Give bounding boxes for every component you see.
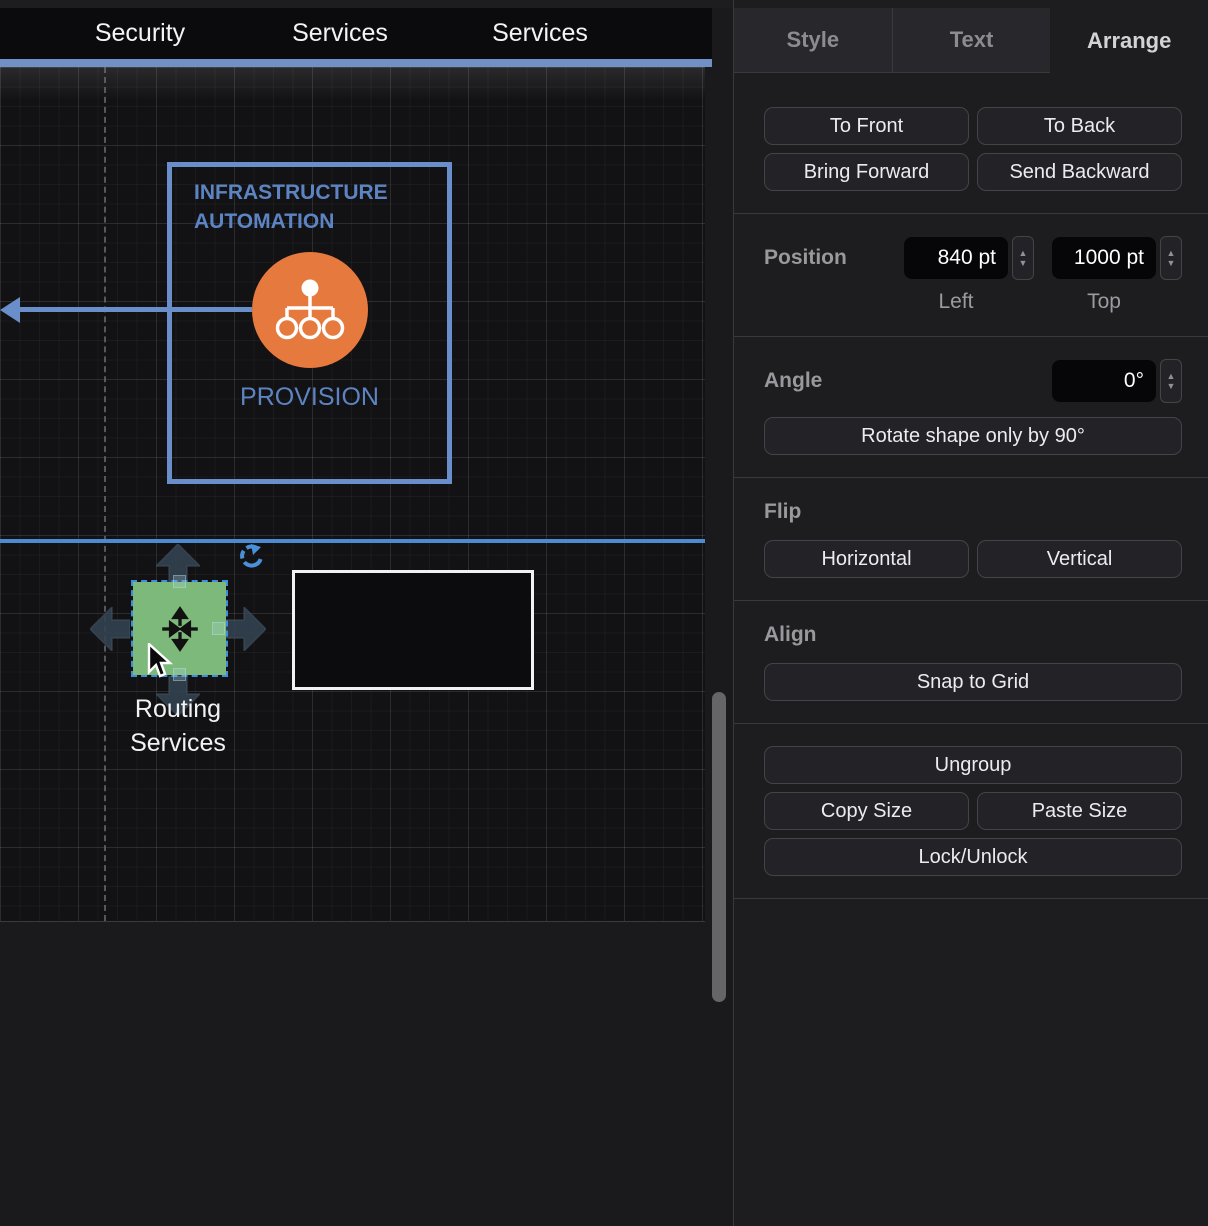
tab-accent-bar	[0, 59, 712, 67]
page-tab-services-1[interactable]: Services	[260, 19, 420, 48]
angle-label: Angle	[764, 369, 822, 393]
position-top-input[interactable]	[1052, 237, 1156, 279]
position-top-caption: Top	[1052, 290, 1156, 314]
tab-style[interactable]: Style	[734, 8, 892, 73]
routing-services-label: Routing Services	[98, 692, 258, 760]
resize-handle-right[interactable]	[212, 622, 225, 635]
format-panel: Style Text Arrange To Front To Back Brin…	[733, 0, 1208, 1226]
infrastructure-automation-box[interactable]: INFRASTRUCTURE AUTOMATION PROVISION	[167, 162, 452, 484]
top-strip	[0, 0, 733, 8]
section-group-ops: Ungroup Copy Size Paste Size Lock/Unlock	[734, 724, 1208, 899]
section-position: Position ▲▼ ▲▼ Left Top	[734, 214, 1208, 337]
section-order: To Front To Back Bring Forward Send Back…	[734, 73, 1208, 214]
provision-label: PROVISION	[172, 383, 447, 412]
provision-shape[interactable]	[252, 252, 368, 368]
ungroup-button[interactable]: Ungroup	[764, 746, 1182, 784]
lock-unlock-button[interactable]: Lock/Unlock	[764, 838, 1182, 876]
flip-horizontal-button[interactable]: Horizontal	[764, 540, 969, 578]
vertical-scrollbar-thumb[interactable]	[712, 692, 726, 1002]
align-label: Align	[764, 623, 1182, 647]
bring-forward-button[interactable]: Bring Forward	[764, 153, 969, 191]
to-back-button[interactable]: To Back	[977, 107, 1182, 145]
position-top-stepper[interactable]: ▲▼	[1160, 236, 1182, 280]
page-tab-services-2[interactable]: Services	[460, 19, 620, 48]
panel-empty-space	[734, 899, 1208, 1226]
canvas-area: Security Services Services INFRASTRUCTUR…	[0, 0, 733, 1226]
rotate-handle-icon[interactable]	[238, 544, 264, 570]
empty-rectangle-shape[interactable]	[292, 570, 534, 690]
direction-arrow-left[interactable]	[90, 607, 130, 651]
resize-handle-top[interactable]	[173, 575, 186, 588]
tab-arrange[interactable]: Arrange	[1050, 8, 1208, 73]
diagram-canvas[interactable]: INFRASTRUCTURE AUTOMATION PROVISION	[0, 67, 705, 922]
section-angle: Angle ▲▼ Rotate shape only by 90°	[734, 337, 1208, 478]
format-panel-tabs: Style Text Arrange	[734, 8, 1208, 73]
page-tab-security[interactable]: Security	[60, 19, 220, 48]
horizontal-line-shape[interactable]	[0, 539, 705, 543]
dashed-guide-line	[104, 67, 106, 921]
angle-input[interactable]	[1052, 360, 1156, 402]
infrastructure-box-title: INFRASTRUCTURE AUTOMATION	[194, 179, 424, 237]
position-label: Position	[764, 246, 847, 270]
copy-size-button[interactable]: Copy Size	[764, 792, 969, 830]
position-left-caption: Left	[904, 290, 1008, 314]
section-flip: Flip Horizontal Vertical	[734, 478, 1208, 601]
section-align: Align Snap to Grid	[734, 601, 1208, 724]
flip-vertical-button[interactable]: Vertical	[977, 540, 1182, 578]
direction-arrow-right[interactable]	[226, 607, 266, 651]
position-left-stepper[interactable]: ▲▼	[1012, 236, 1034, 280]
snap-to-grid-button[interactable]: Snap to Grid	[764, 663, 1182, 701]
app-window: Security Services Services INFRASTRUCTUR…	[0, 0, 1208, 1226]
edge-arrowhead-icon	[0, 297, 20, 323]
page-tab-bar: Security Services Services	[0, 8, 712, 59]
send-backward-button[interactable]: Send Backward	[977, 153, 1182, 191]
flip-label: Flip	[764, 500, 1182, 524]
angle-stepper[interactable]: ▲▼	[1160, 359, 1182, 403]
rotate-90-button[interactable]: Rotate shape only by 90°	[764, 417, 1182, 455]
position-left-input[interactable]	[904, 237, 1008, 279]
resize-handle-bottom[interactable]	[173, 668, 186, 681]
to-front-button[interactable]: To Front	[764, 107, 969, 145]
tab-text[interactable]: Text	[892, 8, 1051, 73]
org-chart-icon	[275, 278, 345, 342]
paste-size-button[interactable]: Paste Size	[977, 792, 1182, 830]
mouse-cursor	[147, 643, 173, 679]
